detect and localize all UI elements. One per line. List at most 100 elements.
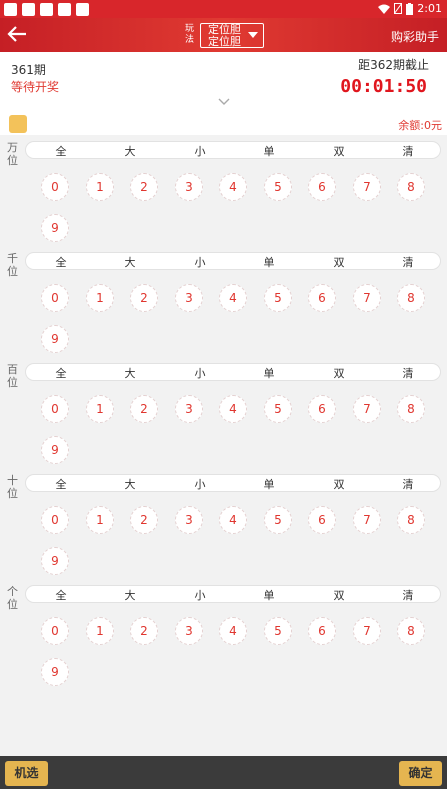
status-bar: 2:01 <box>0 0 447 18</box>
quick-select-button[interactable]: 单 <box>249 587 289 603</box>
number-ball[interactable]: 5 <box>264 617 292 645</box>
random-pick-button[interactable]: 机选 <box>5 761 48 786</box>
quick-select-button[interactable]: 清 <box>388 476 428 492</box>
arrow-left-icon[interactable] <box>6 23 28 45</box>
number-ball[interactable]: 7 <box>353 395 381 423</box>
number-ball[interactable]: 3 <box>175 284 203 312</box>
number-ball[interactable]: 9 <box>41 325 69 353</box>
mascot-icon[interactable] <box>9 115 27 133</box>
number-ball[interactable]: 1 <box>86 506 114 534</box>
play-method-select[interactable]: 定位胆 定位胆 <box>200 23 264 48</box>
quick-select-button[interactable]: 双 <box>319 254 359 270</box>
number-ball[interactable]: 1 <box>86 173 114 201</box>
number-ball[interactable]: 3 <box>175 395 203 423</box>
digit-section: 十位 全 大 小 单 双 清 0 1 2 3 4 5 6 7 8 9 <box>0 474 447 585</box>
quick-select-button[interactable]: 大 <box>110 587 150 603</box>
number-ball[interactable]: 1 <box>86 284 114 312</box>
number-ball[interactable]: 3 <box>175 617 203 645</box>
chevron-down-icon[interactable] <box>218 98 230 106</box>
quick-select-button[interactable]: 小 <box>180 365 220 381</box>
current-issue: 361期 <box>11 63 46 77</box>
number-ball[interactable]: 2 <box>130 173 158 201</box>
number-ball[interactable]: 6 <box>308 173 336 201</box>
quick-select-button[interactable]: 小 <box>180 143 220 159</box>
quick-select-button[interactable]: 全 <box>41 143 81 159</box>
quick-select-button[interactable]: 清 <box>388 143 428 159</box>
number-ball[interactable]: 4 <box>219 506 247 534</box>
number-ball[interactable]: 7 <box>353 173 381 201</box>
quick-select-button[interactable]: 全 <box>41 254 81 270</box>
number-ball[interactable]: 4 <box>219 617 247 645</box>
number-ball[interactable]: 6 <box>308 284 336 312</box>
number-ball[interactable]: 9 <box>41 436 69 464</box>
quick-select-button[interactable]: 大 <box>110 254 150 270</box>
quick-select-button[interactable]: 大 <box>110 365 150 381</box>
quick-select-button[interactable]: 大 <box>110 476 150 492</box>
quick-select-button[interactable]: 清 <box>388 587 428 603</box>
quick-select-button[interactable]: 全 <box>41 365 81 381</box>
quick-select-button[interactable]: 全 <box>41 476 81 492</box>
number-ball[interactable]: 7 <box>353 284 381 312</box>
number-ball[interactable]: 2 <box>130 506 158 534</box>
number-ball[interactable]: 2 <box>130 617 158 645</box>
number-ball[interactable]: 6 <box>308 395 336 423</box>
number-ball[interactable]: 0 <box>41 284 69 312</box>
number-ball[interactable]: 9 <box>41 658 69 686</box>
number-ball[interactable]: 5 <box>264 284 292 312</box>
balance: 余额:0元 <box>398 119 442 132</box>
quick-select-button[interactable]: 双 <box>319 365 359 381</box>
quick-select-button[interactable]: 全 <box>41 587 81 603</box>
number-ball[interactable]: 3 <box>175 506 203 534</box>
number-ball[interactable]: 7 <box>353 506 381 534</box>
battery-icon <box>406 2 414 15</box>
quick-select-button[interactable]: 清 <box>388 254 428 270</box>
number-ball[interactable]: 9 <box>41 547 69 575</box>
notification-icon <box>22 3 35 16</box>
number-ball[interactable]: 8 <box>397 395 425 423</box>
top-bar: 玩法 定位胆 定位胆 购彩助手 <box>0 18 447 52</box>
number-ball[interactable]: 1 <box>86 617 114 645</box>
number-ball[interactable]: 8 <box>397 284 425 312</box>
number-ball[interactable]: 8 <box>397 617 425 645</box>
number-ball[interactable]: 5 <box>264 506 292 534</box>
quick-select-button[interactable]: 大 <box>110 143 150 159</box>
number-ball[interactable]: 1 <box>86 395 114 423</box>
number-ball[interactable]: 0 <box>41 506 69 534</box>
notification-icon <box>4 3 17 16</box>
confirm-button[interactable]: 确定 <box>399 761 442 786</box>
draw-status: 等待开奖 <box>11 80 60 94</box>
quick-select-button[interactable]: 清 <box>388 365 428 381</box>
number-ball[interactable]: 0 <box>41 173 69 201</box>
number-ball[interactable]: 7 <box>353 617 381 645</box>
number-ball[interactable]: 0 <box>41 617 69 645</box>
number-ball[interactable]: 5 <box>264 395 292 423</box>
position-label: 个位 <box>7 585 18 611</box>
number-ball[interactable]: 9 <box>41 214 69 242</box>
number-ball[interactable]: 3 <box>175 173 203 201</box>
quick-select-button[interactable]: 小 <box>180 476 220 492</box>
number-ball[interactable]: 6 <box>308 617 336 645</box>
number-ball[interactable]: 4 <box>219 395 247 423</box>
purchase-helper-button[interactable]: 购彩助手 <box>391 28 439 45</box>
number-ball[interactable]: 8 <box>397 173 425 201</box>
number-ball[interactable]: 0 <box>41 395 69 423</box>
number-ball[interactable]: 2 <box>130 284 158 312</box>
number-ball[interactable]: 4 <box>219 173 247 201</box>
digit-section: 万位 全 大 小 单 双 清 0 1 2 3 4 5 6 7 8 9 <box>0 141 447 252</box>
number-ball[interactable]: 2 <box>130 395 158 423</box>
number-ball[interactable]: 5 <box>264 173 292 201</box>
digit-section: 个位 全 大 小 单 双 清 0 1 2 3 4 5 6 7 8 9 <box>0 585 447 696</box>
quick-select-button[interactable]: 小 <box>180 587 220 603</box>
quick-select-button[interactable]: 双 <box>319 476 359 492</box>
quick-select-button[interactable]: 双 <box>319 143 359 159</box>
number-ball[interactable]: 4 <box>219 284 247 312</box>
notification-icon <box>40 3 53 16</box>
quick-select-button[interactable]: 单 <box>249 476 289 492</box>
quick-select-button[interactable]: 双 <box>319 587 359 603</box>
number-ball[interactable]: 6 <box>308 506 336 534</box>
quick-select-button[interactable]: 小 <box>180 254 220 270</box>
number-ball[interactable]: 8 <box>397 506 425 534</box>
quick-select-button[interactable]: 单 <box>249 254 289 270</box>
quick-select-button[interactable]: 单 <box>249 143 289 159</box>
quick-select-button[interactable]: 单 <box>249 365 289 381</box>
